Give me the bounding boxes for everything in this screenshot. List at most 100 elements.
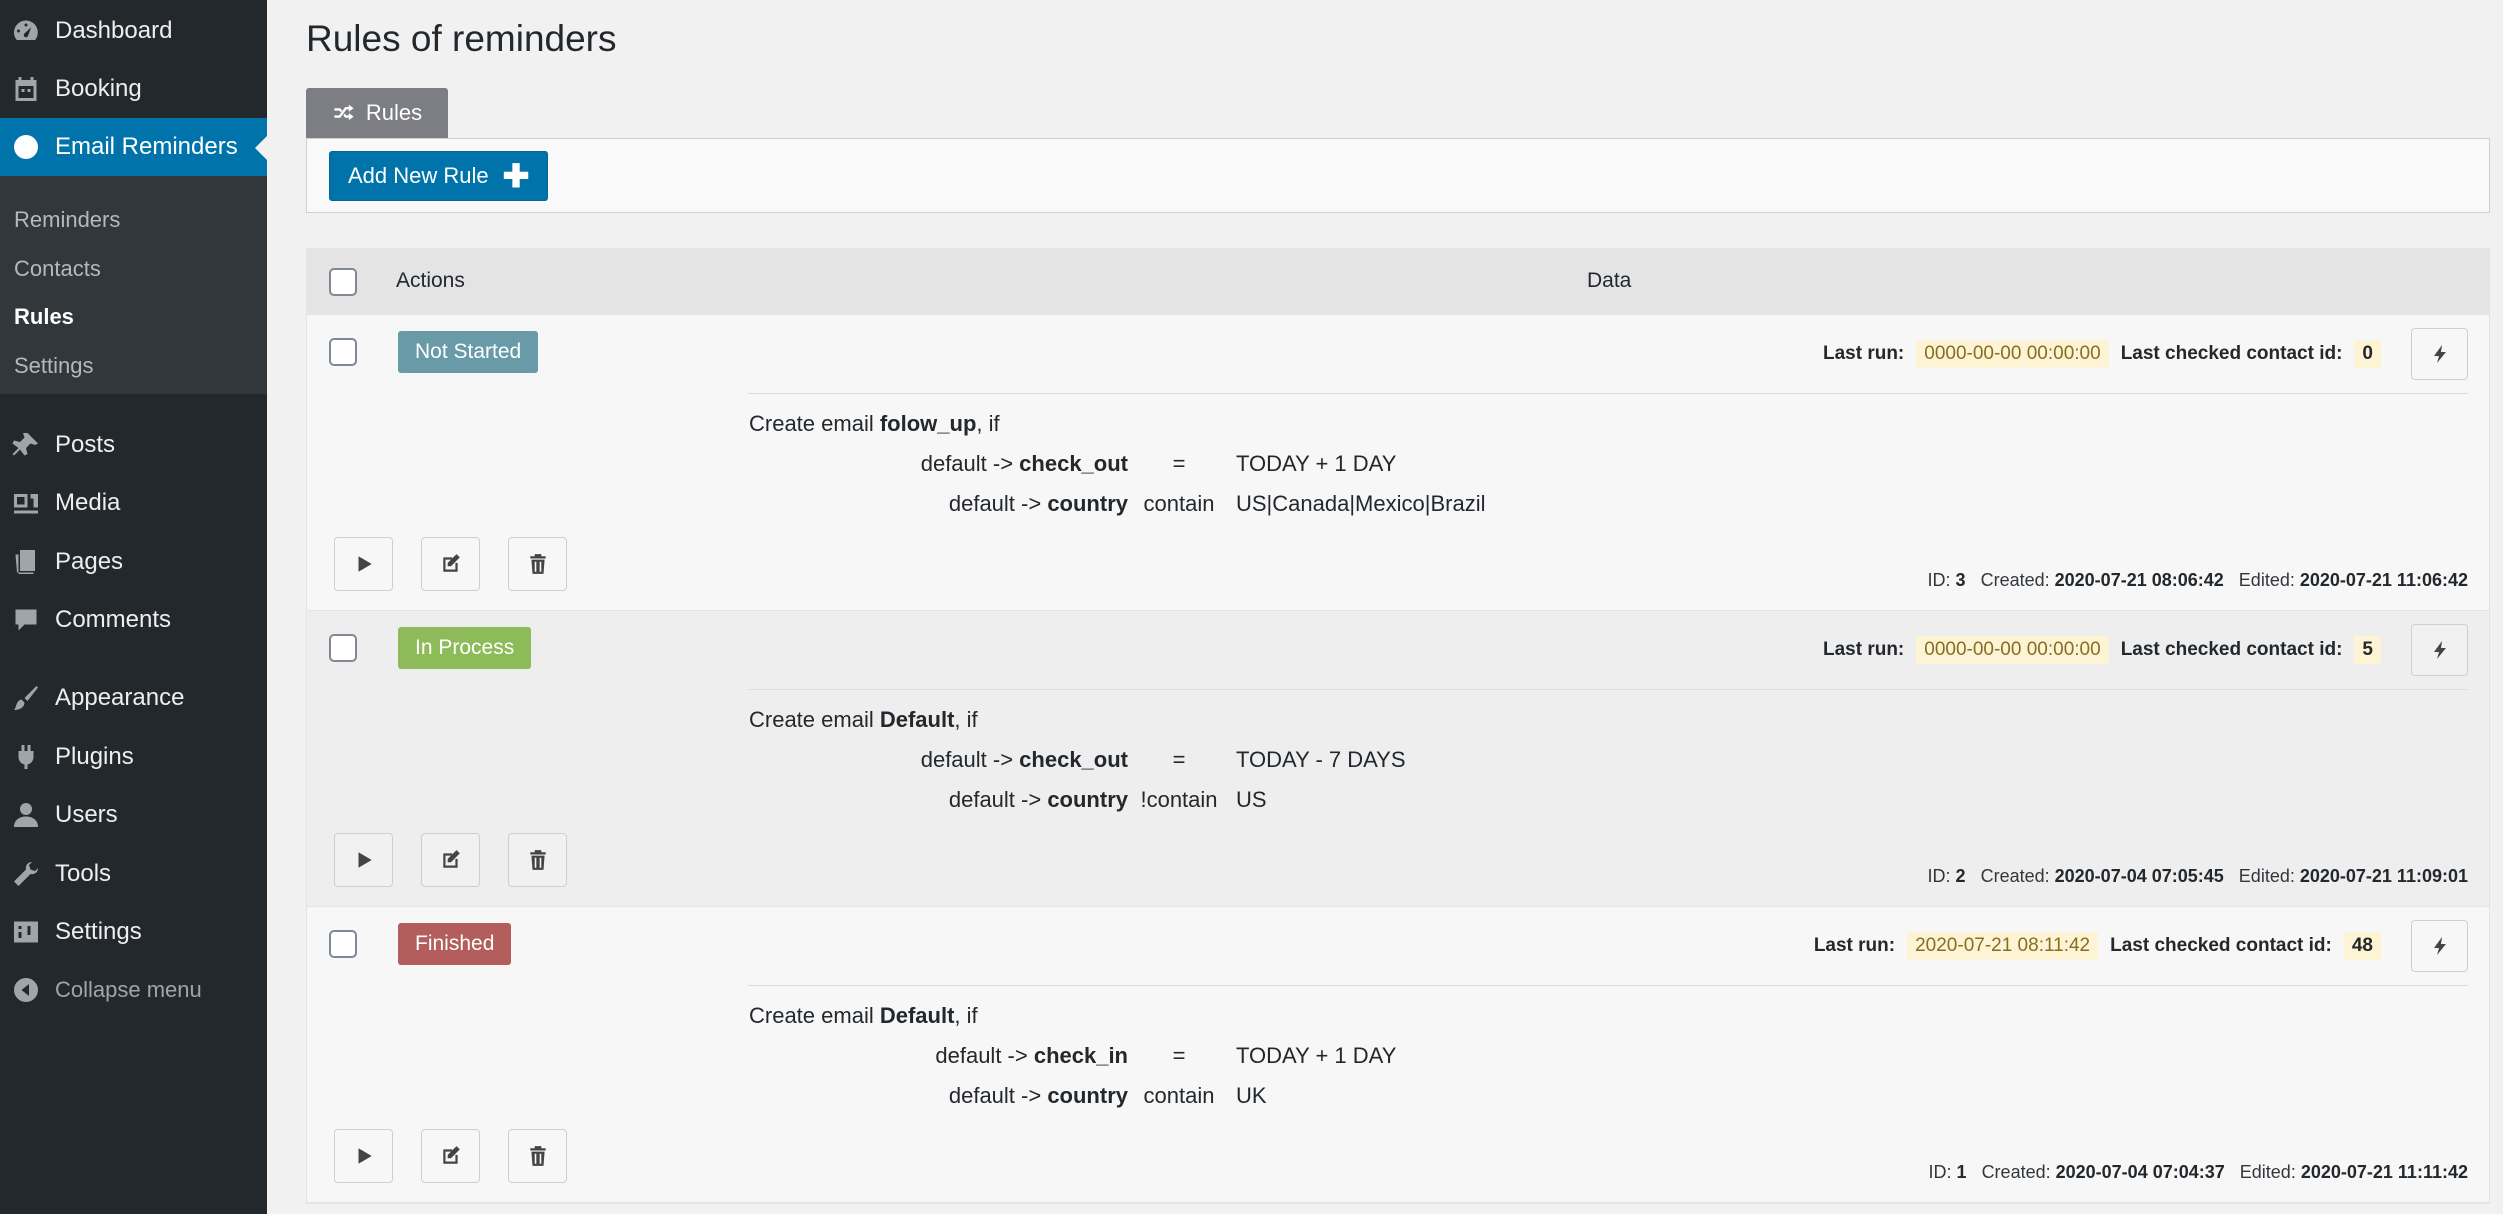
row-separator — [748, 689, 2468, 690]
menu-pages-label: Pages — [55, 548, 124, 575]
condition-field-name: check_in — [1033, 1043, 1128, 1068]
admin-sidebar: Dashboard Booking Email Reminders Remind… — [0, 0, 267, 1214]
menu-media[interactable]: Media — [0, 474, 267, 532]
menu-booking[interactable]: Booking — [0, 60, 267, 118]
condition-field-name: check_out — [1019, 451, 1128, 476]
created-label: Created: — [1980, 570, 2050, 590]
menu-plugins[interactable]: Plugins — [0, 728, 267, 786]
condition-field: default -> check_out — [688, 451, 1128, 477]
rule-description: Create email folow_up, if — [749, 411, 1000, 437]
menu-appearance-label: Appearance — [55, 684, 185, 711]
create-email-label: Create email — [749, 707, 874, 732]
shuffle-icon — [334, 104, 354, 121]
edit-button[interactable] — [421, 537, 480, 591]
plus-icon: ✚ — [502, 158, 530, 194]
play-button[interactable] — [334, 1129, 393, 1183]
condition-field: default -> country — [688, 491, 1128, 517]
created-value: 2020-07-21 08:06:42 — [2054, 570, 2224, 590]
condition-operator: = — [1172, 451, 1186, 476]
submenu-rules[interactable]: Rules — [0, 293, 267, 342]
menu-users[interactable]: Users — [0, 786, 267, 844]
add-new-rule-button[interactable]: Add New Rule ✚ — [329, 151, 549, 201]
rules-toolbar: Add New Rule ✚ — [306, 138, 2490, 213]
last-checked-label: Last checked contact id: — [2120, 343, 2343, 364]
row-checkbox[interactable] — [329, 634, 357, 662]
edited-label: Edited: — [2239, 1162, 2296, 1182]
condition-value: TODAY - 7 DAYS — [1236, 747, 1406, 772]
trash-icon — [529, 554, 546, 574]
condition-operator: contain — [1143, 1083, 1215, 1108]
condition-field: default -> check_out — [688, 747, 1128, 773]
table-row: In Process Last run: 0000-00-00 00:00:00… — [307, 611, 2489, 907]
condition-field: default -> check_in — [688, 1043, 1128, 1069]
row-separator — [748, 393, 2468, 394]
menu-plugins-label: Plugins — [55, 743, 134, 770]
status-badge: Not Started — [398, 331, 539, 373]
menu-appearance[interactable]: Appearance — [0, 669, 267, 727]
play-icon — [358, 1148, 372, 1164]
condition-prefix: default -> — [948, 787, 1048, 812]
delete-button[interactable] — [508, 833, 567, 887]
condition-value: TODAY + 1 DAY — [1236, 451, 1397, 476]
run-info: Last run: 2020-07-21 08:11:42 Last check… — [1814, 920, 2468, 972]
menu-dashboard[interactable]: Dashboard — [0, 2, 267, 60]
run-now-button[interactable] — [2411, 624, 2468, 676]
menu-posts-label: Posts — [55, 431, 116, 458]
menu-settings[interactable]: Settings — [0, 903, 267, 961]
menu-comments[interactable]: Comments — [0, 591, 267, 649]
condition-field: default -> country — [688, 1083, 1128, 1109]
condition-prefix: default -> — [920, 451, 1020, 476]
if-label: , if — [976, 411, 1000, 436]
last-checked-label: Last checked contact id: — [2110, 935, 2332, 956]
play-button[interactable] — [334, 833, 393, 887]
if-label: , if — [954, 1003, 978, 1028]
submenu-settings[interactable]: Settings — [0, 342, 267, 391]
run-now-button[interactable] — [2411, 328, 2468, 380]
id-label: ID: — [1927, 866, 1951, 886]
menu-dashboard-label: Dashboard — [55, 17, 173, 44]
if-label: , if — [954, 707, 978, 732]
edit-icon — [442, 850, 460, 868]
edited-value: 2020-07-21 11:11:42 — [2300, 1162, 2468, 1182]
play-button[interactable] — [334, 537, 393, 591]
edit-icon — [442, 1146, 460, 1164]
select-all-checkbox[interactable] — [329, 268, 357, 296]
menu-email-reminders[interactable]: Email Reminders — [0, 118, 267, 176]
rule-id: 3 — [1955, 570, 1966, 590]
menu-comments-label: Comments — [55, 606, 172, 633]
pin-icon — [0, 430, 55, 460]
collapse-menu-button[interactable]: Collapse menu — [0, 961, 267, 1019]
condition-prefix: default -> — [948, 1083, 1048, 1108]
column-header-data: Data — [1587, 269, 1632, 292]
rule-description: Create email Default, if — [749, 1003, 978, 1029]
add-new-rule-label: Add New Rule — [348, 163, 489, 188]
menu-tools[interactable]: Tools — [0, 845, 267, 903]
condition-field-name: check_out — [1019, 747, 1128, 772]
menu-posts[interactable]: Posts — [0, 416, 267, 474]
submenu-reminders[interactable]: Reminders — [0, 196, 267, 245]
tab-rules[interactable]: Rules — [306, 88, 448, 138]
wrench-icon — [0, 859, 55, 889]
status-badge: In Process — [398, 627, 532, 669]
submenu-contacts[interactable]: Contacts — [0, 245, 267, 294]
last-run-value: 0000-00-00 00:00:00 — [1916, 636, 2109, 664]
delete-button[interactable] — [508, 1129, 567, 1183]
play-icon — [358, 556, 372, 572]
edit-button[interactable] — [421, 1129, 480, 1183]
play-icon — [358, 852, 372, 868]
row-checkbox[interactable] — [329, 338, 357, 366]
run-now-button[interactable] — [2411, 920, 2468, 972]
menu-pages[interactable]: Pages — [0, 533, 267, 591]
settings-icon — [0, 917, 55, 947]
lightning-icon — [2433, 345, 2446, 363]
row-checkbox[interactable] — [329, 930, 357, 958]
edited-value: 2020-07-21 11:06:42 — [2299, 570, 2468, 590]
menu-users-label: Users — [55, 801, 118, 828]
tab-rules-label: Rules — [365, 100, 423, 125]
last-run-value: 2020-07-21 08:11:42 — [1907, 932, 2099, 960]
delete-button[interactable] — [508, 537, 567, 591]
condition-value: UK — [1236, 1083, 1267, 1108]
edit-button[interactable] — [421, 833, 480, 887]
collapse-menu-label: Collapse menu — [55, 977, 202, 1002]
page-title: Rules of reminders — [306, 18, 617, 59]
